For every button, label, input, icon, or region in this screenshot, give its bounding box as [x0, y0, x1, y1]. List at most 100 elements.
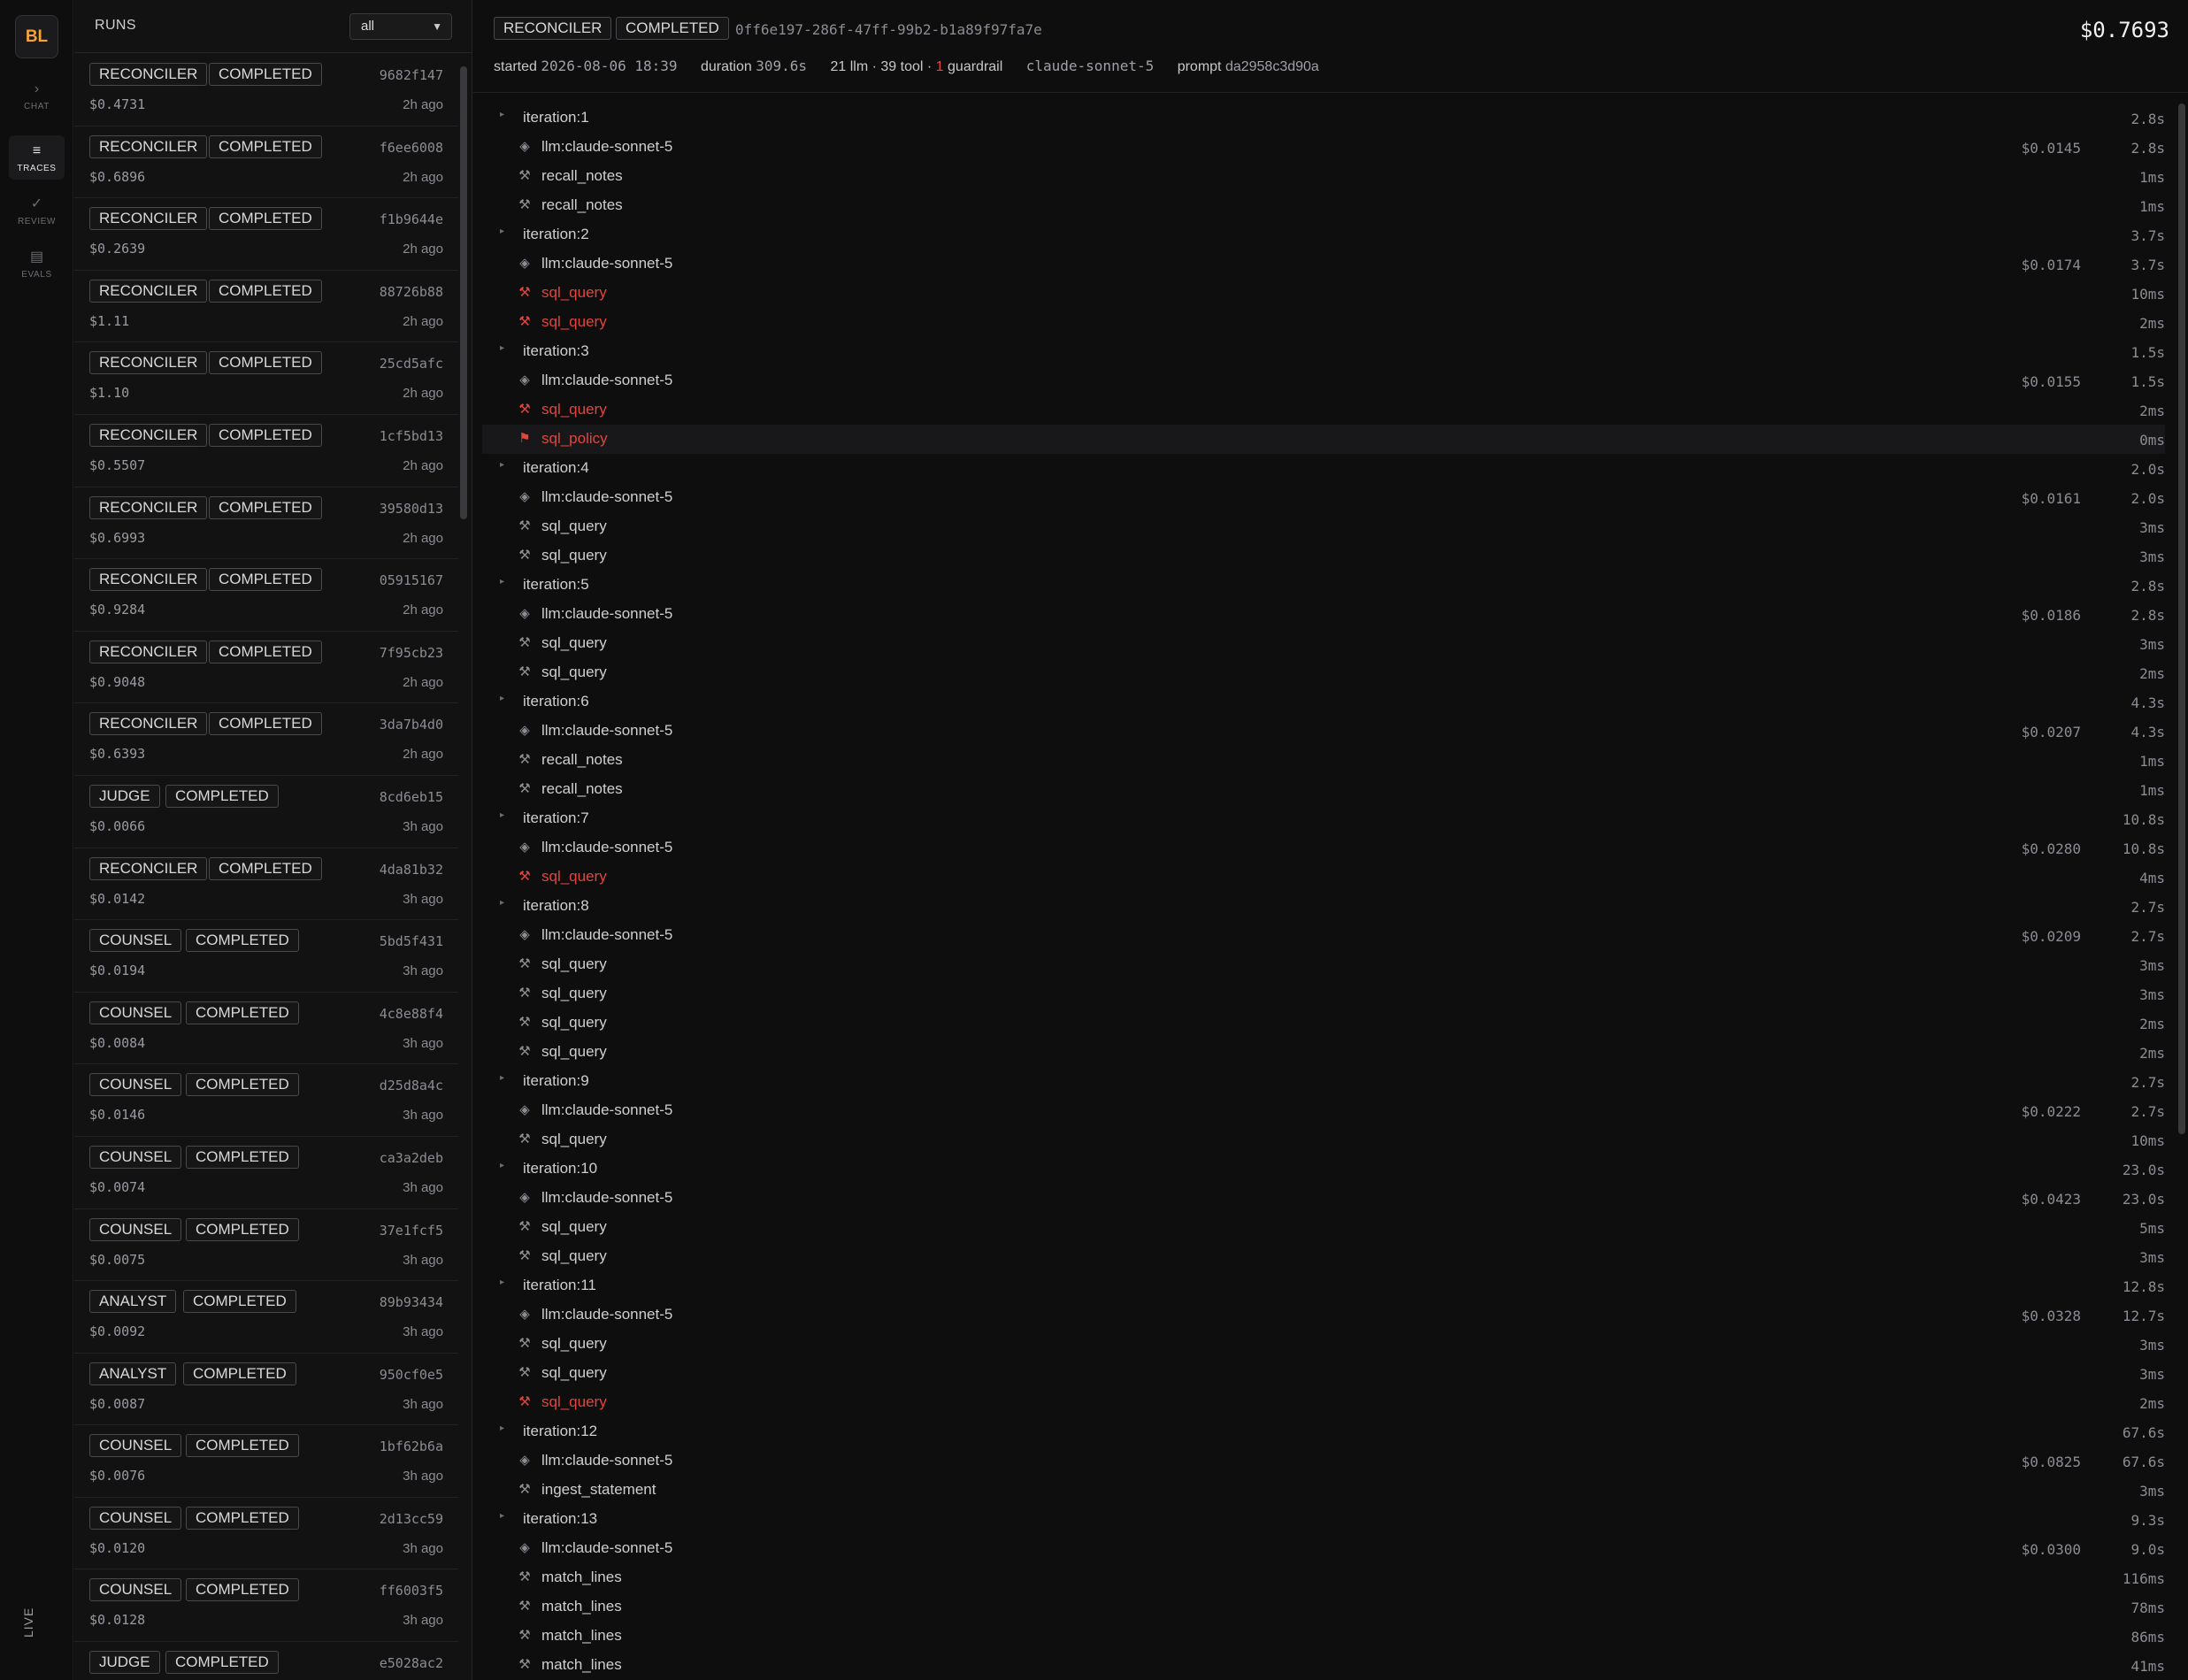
- tool-span-row[interactable]: ⚒ sql_query 3ms: [482, 629, 2165, 658]
- tool-span-row[interactable]: ⚒ sql_query 2ms: [482, 658, 2165, 687]
- run-list-item[interactable]: COUNSEL COMPLETED 1bf62b6a $0.0076 3h ago: [74, 1425, 458, 1498]
- llm-span-row[interactable]: ◈ llm:claude-sonnet-5 $0.0300 9.0s: [482, 1534, 2165, 1563]
- iteration-row[interactable]: ▸ iteration:8 2.7s: [482, 892, 2165, 921]
- tool-span-row[interactable]: ⚒ sql_query 3ms: [482, 1330, 2165, 1359]
- iteration-row[interactable]: ▸ iteration:1 2.8s: [482, 104, 2165, 133]
- run-list-item[interactable]: COUNSEL COMPLETED d25d8a4c $0.0146 3h ago: [74, 1064, 458, 1137]
- run-list-item[interactable]: COUNSEL COMPLETED ca3a2deb $0.0074 3h ago: [74, 1137, 458, 1209]
- llm-span-row[interactable]: ◈ llm:claude-sonnet-5 $0.0174 3.7s: [482, 249, 2165, 279]
- run-list-item[interactable]: RECONCILER COMPLETED 25cd5afc $1.10 2h ago: [74, 342, 458, 415]
- tool-span-row[interactable]: ⚒ recall_notes 1ms: [482, 746, 2165, 775]
- run-list-item[interactable]: RECONCILER COMPLETED 05915167 $0.9284 2h ago: [74, 559, 458, 632]
- caret-right-icon[interactable]: ▸: [500, 110, 504, 119]
- llm-span-row[interactable]: ◈ llm:claude-sonnet-5 $0.0423 23.0s: [482, 1184, 2165, 1213]
- tool-span-row[interactable]: ⚒ recall_notes 1ms: [482, 162, 2165, 191]
- app-logo[interactable]: BL: [15, 15, 58, 58]
- run-list-item[interactable]: RECONCILER COMPLETED 1cf5bd13 $0.5507 2h ago: [74, 415, 458, 487]
- run-list-item[interactable]: ANALYST COMPLETED 89b93434 $0.0092 3h ago: [74, 1281, 458, 1354]
- iteration-row[interactable]: ▸ iteration:2 3.7s: [482, 220, 2165, 249]
- tool-span-row[interactable]: ⚒ sql_query 4ms: [482, 863, 2165, 892]
- run-list-item[interactable]: COUNSEL COMPLETED 5bd5f431 $0.0194 3h ago: [74, 920, 458, 993]
- caret-right-icon[interactable]: ▸: [500, 460, 504, 470]
- caret-right-icon[interactable]: ▸: [500, 1511, 504, 1521]
- caret-right-icon[interactable]: ▸: [500, 1277, 504, 1287]
- iteration-row[interactable]: ▸ iteration:5 2.8s: [482, 571, 2165, 600]
- tool-span-row[interactable]: ⚒ sql_query 3ms: [482, 541, 2165, 571]
- tool-span-row[interactable]: ⚒ sql_query 3ms: [482, 512, 2165, 541]
- runs-filter-select[interactable]: all ▼: [349, 13, 452, 40]
- iteration-row[interactable]: ▸ iteration:3 1.5s: [482, 337, 2165, 366]
- tool-span-row[interactable]: ⚒ sql_query 2ms: [482, 308, 2165, 337]
- tool-span-row[interactable]: ⚒ match_lines 78ms: [482, 1592, 2165, 1622]
- guardrail-span-row[interactable]: ⚑ sql_policy 0ms: [482, 425, 2165, 454]
- tool-span-row[interactable]: ⚒ sql_query 2ms: [482, 1038, 2165, 1067]
- caret-right-icon[interactable]: ▸: [500, 577, 504, 587]
- llm-span-row[interactable]: ◈ llm:claude-sonnet-5 $0.0328 12.7s: [482, 1300, 2165, 1330]
- tool-span-row[interactable]: ⚒ match_lines 41ms: [482, 1651, 2165, 1680]
- llm-span-row[interactable]: ◈ llm:claude-sonnet-5 $0.0145 2.8s: [482, 133, 2165, 162]
- iteration-row[interactable]: ▸ iteration:11 12.8s: [482, 1271, 2165, 1300]
- live-indicator[interactable]: LIVE: [21, 1607, 35, 1638]
- llm-span-row[interactable]: ◈ llm:claude-sonnet-5 $0.0222 2.7s: [482, 1096, 2165, 1125]
- caret-right-icon[interactable]: ▸: [500, 810, 504, 820]
- caret-right-icon[interactable]: ▸: [500, 1073, 504, 1083]
- iteration-row[interactable]: ▸ iteration:9 2.7s: [482, 1067, 2165, 1096]
- run-list-item[interactable]: COUNSEL COMPLETED 4c8e88f4 $0.0084 3h ago: [74, 993, 458, 1065]
- iteration-row[interactable]: ▸ iteration:13 9.3s: [482, 1505, 2165, 1534]
- nav-evals[interactable]: ▤ EVALS: [9, 242, 65, 286]
- run-list-item[interactable]: COUNSEL COMPLETED ff6003f5 $0.0128 3h ago: [74, 1569, 458, 1643]
- run-list-item[interactable]: COUNSEL COMPLETED 37e1fcf5 $0.0075 3h ago: [74, 1209, 458, 1282]
- nav-review[interactable]: ✓ REVIEW: [9, 188, 65, 233]
- nav-traces[interactable]: ≡ TRACES: [9, 135, 65, 180]
- caret-right-icon[interactable]: ▸: [500, 343, 504, 353]
- runs-scrollbar[interactable]: [460, 66, 467, 519]
- run-list-item[interactable]: RECONCILER COMPLETED f6ee6008 $0.6896 2h ago: [74, 127, 458, 199]
- tool-span-row[interactable]: ⚒ match_lines 116ms: [482, 1563, 2165, 1592]
- tool-span-row[interactable]: ⚒ match_lines 86ms: [482, 1622, 2165, 1651]
- run-list-item[interactable]: RECONCILER COMPLETED 7f95cb23 $0.9048 2h ago: [74, 632, 458, 704]
- caret-right-icon[interactable]: ▸: [500, 1161, 504, 1170]
- tool-span-row[interactable]: ⚒ sql_query 2ms: [482, 1009, 2165, 1038]
- tool-span-row[interactable]: ⚒ ingest_statement 3ms: [482, 1476, 2165, 1505]
- tool-span-row[interactable]: ⚒ sql_query 3ms: [482, 950, 2165, 979]
- llm-span-row[interactable]: ◈ llm:claude-sonnet-5 $0.0280 10.8s: [482, 833, 2165, 863]
- iteration-row[interactable]: ▸ iteration:10 23.0s: [482, 1155, 2165, 1184]
- llm-span-row[interactable]: ◈ llm:claude-sonnet-5 $0.0825 67.6s: [482, 1446, 2165, 1476]
- run-list-item[interactable]: RECONCILER COMPLETED f1b9644e $0.2639 2h ago: [74, 198, 458, 271]
- run-list-item[interactable]: ANALYST COMPLETED 950cf0e5 $0.0087 3h ago: [74, 1354, 458, 1426]
- tool-span-row[interactable]: ⚒ sql_query 3ms: [482, 1359, 2165, 1388]
- llm-span-row[interactable]: ◈ llm:claude-sonnet-5 $0.0161 2.0s: [482, 483, 2165, 512]
- iteration-row[interactable]: ▸ iteration:7 10.8s: [482, 804, 2165, 833]
- run-list-item[interactable]: JUDGE COMPLETED e5028ac2: [74, 1642, 458, 1680]
- llm-span-row[interactable]: ◈ llm:claude-sonnet-5 $0.0155 1.5s: [482, 366, 2165, 395]
- tool-span-row[interactable]: ⚒ sql_query 3ms: [482, 979, 2165, 1009]
- tool-span-row[interactable]: ⚒ sql_query 10ms: [482, 279, 2165, 308]
- caret-right-icon[interactable]: ▸: [500, 226, 504, 236]
- caret-right-icon[interactable]: ▸: [500, 1423, 504, 1433]
- tool-span-row[interactable]: ⚒ sql_query 5ms: [482, 1213, 2165, 1242]
- run-list-item[interactable]: RECONCILER COMPLETED 9682f147 $0.4731 2h ago: [74, 54, 458, 127]
- run-time: 3h ago: [403, 1179, 443, 1195]
- iteration-row[interactable]: ▸ iteration:4 2.0s: [482, 454, 2165, 483]
- tool-span-row[interactable]: ⚒ sql_query 3ms: [482, 1242, 2165, 1271]
- tool-span-row[interactable]: ⚒ sql_query 2ms: [482, 1388, 2165, 1417]
- tool-span-row[interactable]: ⚒ recall_notes 1ms: [482, 191, 2165, 220]
- iteration-row[interactable]: ▸ iteration:6 4.3s: [482, 687, 2165, 717]
- caret-right-icon[interactable]: ▸: [500, 898, 504, 908]
- run-list-item[interactable]: RECONCILER COMPLETED 4da81b32 $0.0142 3h ago: [74, 848, 458, 921]
- iteration-row[interactable]: ▸ iteration:12 67.6s: [482, 1417, 2165, 1446]
- llm-span-row[interactable]: ◈ llm:claude-sonnet-5 $0.0207 4.3s: [482, 717, 2165, 746]
- llm-span-row[interactable]: ◈ llm:claude-sonnet-5 $0.0209 2.7s: [482, 921, 2165, 950]
- run-list-item[interactable]: JUDGE COMPLETED 8cd6eb15 $0.0066 3h ago: [74, 776, 458, 848]
- nav-chat[interactable]: › CHAT: [9, 73, 65, 118]
- run-list-item[interactable]: RECONCILER COMPLETED 39580d13 $0.6993 2h ago: [74, 487, 458, 560]
- run-list-item[interactable]: COUNSEL COMPLETED 2d13cc59 $0.0120 3h ago: [74, 1498, 458, 1570]
- tool-span-row[interactable]: ⚒ sql_query 2ms: [482, 395, 2165, 425]
- llm-span-row[interactable]: ◈ llm:claude-sonnet-5 $0.0186 2.8s: [482, 600, 2165, 629]
- trace-scrollbar[interactable]: [2178, 104, 2185, 1134]
- caret-right-icon[interactable]: ▸: [500, 694, 504, 703]
- run-list-item[interactable]: RECONCILER COMPLETED 88726b88 $1.11 2h ago: [74, 271, 458, 343]
- tool-span-row[interactable]: ⚒ recall_notes 1ms: [482, 775, 2165, 804]
- run-list-item[interactable]: RECONCILER COMPLETED 3da7b4d0 $0.6393 2h ago: [74, 703, 458, 776]
- tool-span-row[interactable]: ⚒ sql_query 10ms: [482, 1125, 2165, 1155]
